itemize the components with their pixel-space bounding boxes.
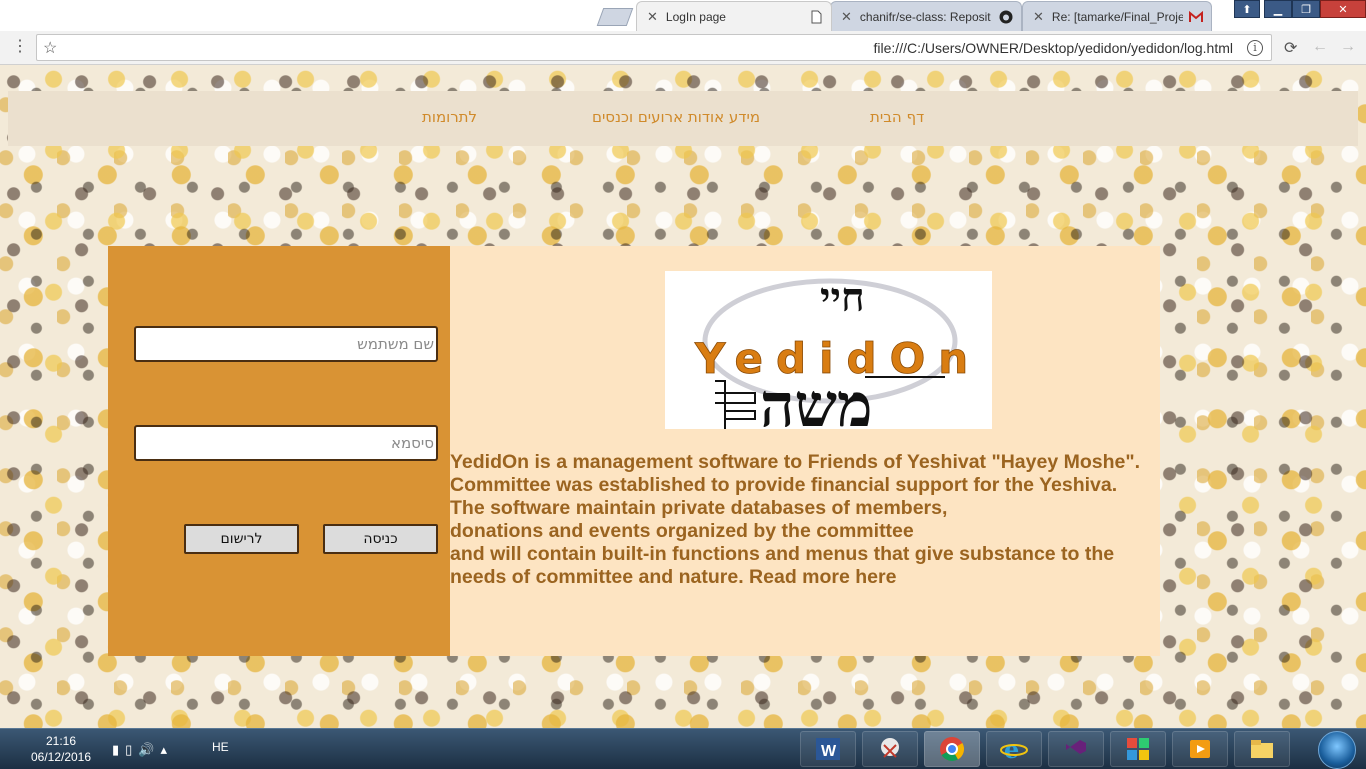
menu-icon[interactable]: ⋮ xyxy=(12,39,28,55)
word-taskbar-icon[interactable]: W xyxy=(800,731,856,767)
nav-events-link[interactable]: מידע אודות ארועים וכנסים xyxy=(592,108,760,126)
login-panel: כניסה לרישום xyxy=(108,246,450,656)
close-window-button[interactable]: ✕ xyxy=(1320,0,1366,18)
login-button[interactable]: כניסה xyxy=(323,524,438,554)
browser-toolbar: ⋮ ☆ file:///C:/Users/OWNER/Desktop/yedid… xyxy=(0,31,1366,65)
user-profile-button[interactable]: ⬆ xyxy=(1234,0,1260,18)
address-bar[interactable]: ☆ file:///C:/Users/OWNER/Desktop/yedidon… xyxy=(36,34,1272,61)
maximize-button[interactable]: ❐ xyxy=(1292,0,1320,18)
page-background: דף הבית מידע אודות ארועים וכנסים לתרומות… xyxy=(0,65,1366,728)
media-player-taskbar-icon[interactable] xyxy=(1172,731,1228,767)
nav-home-link[interactable]: דף הבית xyxy=(870,108,924,126)
tab-label: LogIn page xyxy=(665,9,726,24)
clock-time: 21:16 xyxy=(45,734,77,748)
tab-close-icon[interactable]: ✕ xyxy=(647,9,658,25)
nav-donations-link[interactable]: לתרומות xyxy=(422,108,477,126)
system-tray-icons[interactable]: ▮▯🔊▴ xyxy=(112,742,173,758)
tab-gmail[interactable]: ✕ Re: [tamarke/Final_Proje xyxy=(1022,1,1212,31)
tab-close-icon[interactable]: ✕ xyxy=(1033,9,1044,25)
description-line: YedidOn is a management software to Frie… xyxy=(450,451,1141,473)
description-text: YedidOn is a management software to Frie… xyxy=(450,451,1170,589)
description-line: The software maintain private databases … xyxy=(450,497,948,519)
logo-hebrew-top: חיי xyxy=(820,274,865,321)
minimize-button[interactable]: ▁ xyxy=(1264,0,1292,18)
tab-github[interactable]: ✕ chanifr/se-class: Reposit xyxy=(830,1,1022,31)
back-icon[interactable]: ← xyxy=(1312,38,1328,56)
description-line: Committee was established to provide fin… xyxy=(450,474,1118,496)
description-line-read-more[interactable]: needs of committee and nature. Read more… xyxy=(450,566,1170,589)
office-taskbar-icon[interactable] xyxy=(1110,731,1166,767)
browser-titlebar: ✕ LogIn page ✕ chanifr/se-class: Reposit… xyxy=(0,0,1366,31)
window-controls: ⬆ ▁ ❐ ✕ xyxy=(1234,0,1366,20)
tab-login-page[interactable]: ✕ LogIn page xyxy=(636,1,832,31)
gmail-icon xyxy=(1189,10,1203,22)
document-icon xyxy=(811,10,822,23)
visual-studio-taskbar-icon[interactable] xyxy=(1048,731,1104,767)
tab-label: Re: [tamarke/Final_Proje xyxy=(1051,9,1183,24)
windows-taskbar: 21:16 06/12/2016 ▮▯🔊▴ HE W e xyxy=(0,728,1366,769)
description-line: and will contain built-in functions and … xyxy=(450,543,1115,565)
info-panel: חיי משה YedidOn YedidOn is a management … xyxy=(450,246,1160,656)
chrome-taskbar-icon[interactable] xyxy=(924,731,980,767)
url-text: file:///C:/Users/OWNER/Desktop/yedidon/y… xyxy=(873,40,1233,56)
yedidon-logo: חיי משה YedidOn xyxy=(665,271,992,429)
svg-text:e: e xyxy=(1004,735,1019,763)
github-icon xyxy=(999,10,1013,23)
internet-explorer-taskbar-icon[interactable]: e xyxy=(986,731,1042,767)
svg-text:W: W xyxy=(821,743,837,760)
taskbar-clock[interactable]: 21:16 06/12/2016 xyxy=(24,733,98,765)
register-button[interactable]: לרישום xyxy=(184,524,299,554)
password-input[interactable] xyxy=(134,425,438,461)
file-explorer-taskbar-icon[interactable] xyxy=(1234,731,1290,767)
new-tab-button[interactable] xyxy=(596,8,634,26)
reload-icon[interactable]: ⟳ xyxy=(1284,38,1297,58)
top-navigation: דף הבית מידע אודות ארועים וכנסים לתרומות xyxy=(8,91,1358,146)
tab-close-icon[interactable]: ✕ xyxy=(841,9,852,25)
username-input[interactable] xyxy=(134,326,438,362)
language-indicator[interactable]: HE xyxy=(212,740,229,754)
bookmark-star-icon[interactable]: ☆ xyxy=(43,38,57,58)
start-button[interactable] xyxy=(1318,731,1356,769)
tab-label: chanifr/se-class: Reposit xyxy=(859,9,991,24)
clock-date: 06/12/2016 xyxy=(30,750,92,764)
logo-name: YedidOn xyxy=(694,334,981,383)
snipping-tool-taskbar-icon[interactable] xyxy=(862,731,918,767)
forward-icon[interactable]: → xyxy=(1340,38,1356,56)
info-icon[interactable]: i xyxy=(1247,40,1263,56)
description-line: donations and events organized by the co… xyxy=(450,520,914,542)
